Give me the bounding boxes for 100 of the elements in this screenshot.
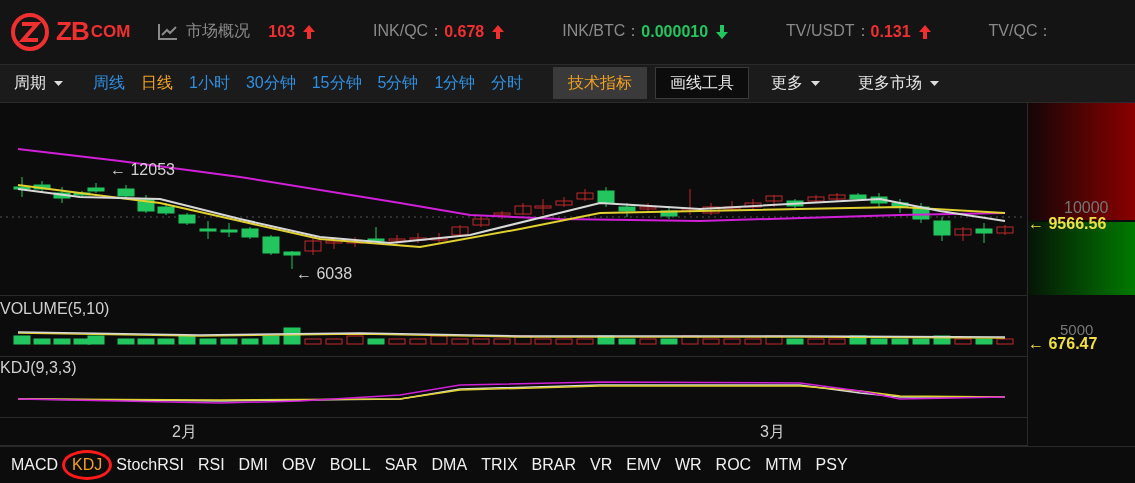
ticker-pair[interactable]: INK/QC： xyxy=(373,21,445,43)
volume-bar xyxy=(975,338,993,345)
volume-bar xyxy=(534,338,552,345)
indicator-tab[interactable]: DMA xyxy=(424,456,475,475)
volume-bar xyxy=(576,338,594,345)
kdj-title: KDJ(9,3,3) xyxy=(0,359,77,378)
indicator-tab[interactable]: KDJ xyxy=(65,456,110,475)
candlestick xyxy=(702,202,720,216)
candlestick xyxy=(346,236,364,248)
candlestick xyxy=(597,186,615,208)
candlestick xyxy=(472,216,490,228)
volume-bar xyxy=(744,338,762,345)
period-menu[interactable]: 周期 xyxy=(14,72,63,94)
volume-bar xyxy=(409,338,427,345)
volume-bar xyxy=(472,338,490,345)
interval-tab[interactable]: 分时 xyxy=(483,72,532,94)
candlestick xyxy=(786,198,804,210)
volume-bar xyxy=(639,338,657,345)
candlestick xyxy=(262,234,280,256)
ticker-pair[interactable]: INK/BTC： xyxy=(562,21,642,43)
interval-tab[interactable]: 日线 xyxy=(133,72,181,94)
ticker-price: 0.131 xyxy=(870,22,911,41)
market-overview-count: 103 xyxy=(268,22,296,41)
volume-bar xyxy=(786,338,804,345)
candlestick xyxy=(178,212,196,226)
ticker-pair[interactable]: TV/QC： xyxy=(988,21,1054,43)
logo-text: ZB xyxy=(56,16,89,48)
dropdown-menu[interactable]: 更多市场 xyxy=(858,72,940,94)
indicator-tab[interactable]: VR xyxy=(583,456,620,475)
candlestick xyxy=(933,216,951,242)
interval-tab[interactable]: 15分钟 xyxy=(303,72,370,94)
candlestick xyxy=(807,194,825,204)
volume-bar xyxy=(178,335,196,345)
caret-icon xyxy=(54,80,63,86)
volume-bar xyxy=(514,335,532,345)
volume-bar xyxy=(493,338,511,345)
candlestick xyxy=(117,184,135,199)
indicator-tab[interactable]: OBV xyxy=(274,456,323,475)
volume-bar xyxy=(33,338,51,345)
volume-bar xyxy=(618,338,636,345)
volume-bar xyxy=(681,335,699,345)
candlestick xyxy=(199,220,217,240)
candlestick xyxy=(576,188,594,202)
indicator-tab[interactable]: StochRSI xyxy=(109,456,191,475)
interval-tab[interactable]: 周线 xyxy=(85,72,133,94)
volume-bar xyxy=(765,335,783,345)
indicator-tab[interactable]: EMV xyxy=(619,456,668,475)
interval-tab[interactable]: 1小时 xyxy=(181,72,238,94)
indicator-tab[interactable]: SAR xyxy=(377,456,425,475)
volume-bar xyxy=(430,335,448,345)
toolbar-button[interactable]: 画线工具 xyxy=(655,67,750,100)
price-axis-label: 10000 xyxy=(1064,199,1109,217)
volume-title: VOLUME(5,10) xyxy=(0,300,110,319)
candlestick xyxy=(53,186,71,204)
candlestick xyxy=(157,202,175,216)
volume-bar xyxy=(53,338,71,345)
candlestick xyxy=(744,198,762,210)
indicator-tab[interactable]: ROC xyxy=(708,456,759,475)
candlestick xyxy=(912,202,930,224)
indicator-tab[interactable]: MACD xyxy=(4,456,66,475)
candlestick xyxy=(13,176,31,198)
indicator-tab[interactable]: MTM xyxy=(758,456,809,475)
interval-tab[interactable]: 30分钟 xyxy=(237,72,304,94)
indicator-tab[interactable]: TRIX xyxy=(474,456,525,475)
dropdown-menu[interactable]: 更多 xyxy=(771,72,821,94)
logo-suffix: COM xyxy=(90,21,131,42)
indicator-tab[interactable]: WR xyxy=(667,456,709,475)
up-arrow-icon xyxy=(918,24,931,39)
candlestick xyxy=(828,192,846,202)
candlestick xyxy=(534,198,552,216)
interval-tab[interactable]: 5分钟 xyxy=(369,72,427,94)
indicator-tab[interactable]: DMI xyxy=(231,456,275,475)
candlestick xyxy=(451,224,469,238)
candlestick xyxy=(409,232,427,244)
volume-bar xyxy=(933,335,951,345)
down-arrow-icon xyxy=(716,24,729,39)
interval-tab[interactable]: 1分钟 xyxy=(426,72,484,94)
ticker-pair[interactable]: TV/USDT： xyxy=(786,21,871,43)
candlestick xyxy=(137,194,155,214)
volume-bar xyxy=(597,335,615,345)
indicator-tab[interactable]: BRAR xyxy=(524,456,584,475)
candlestick xyxy=(660,205,678,220)
volume-bar xyxy=(849,335,867,345)
ticker-price: 0.000010 xyxy=(641,22,709,41)
toolbar-button[interactable]: 技术指标 xyxy=(553,67,648,100)
candlestick xyxy=(723,200,741,212)
candlestick xyxy=(555,196,573,208)
indicator-tab[interactable]: PSY xyxy=(808,456,855,475)
market-overview-label[interactable]: 市场概况 xyxy=(186,21,251,43)
volume-bar xyxy=(388,338,406,345)
low-price-label: ← 6038 xyxy=(296,265,353,284)
indicator-tab[interactable]: BOLL xyxy=(322,456,378,475)
volume-bar xyxy=(996,338,1014,345)
current-price-label: ← 9566.56 xyxy=(1028,215,1107,234)
volume-bar xyxy=(346,335,364,345)
caret-icon xyxy=(811,80,821,86)
candlestick xyxy=(849,192,867,202)
volume-bar xyxy=(912,338,930,345)
candlestick xyxy=(493,210,511,220)
indicator-tab[interactable]: RSI xyxy=(190,456,232,475)
